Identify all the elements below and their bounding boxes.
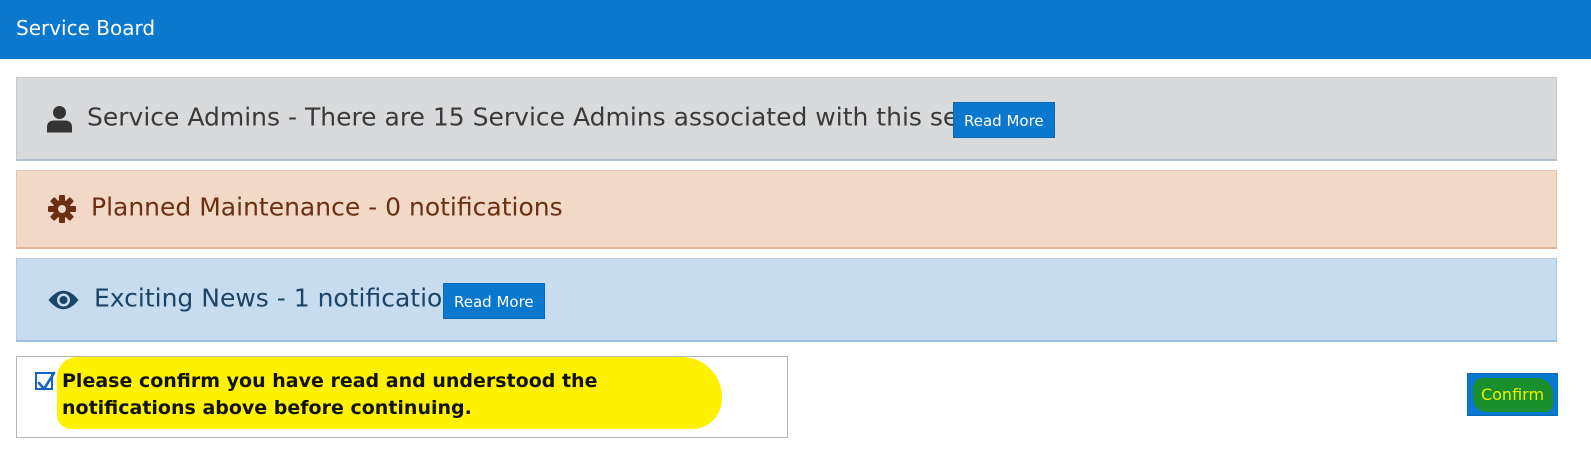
eye-icon bbox=[48, 290, 79, 309]
confirmation-box: Please confirm you have read and underst… bbox=[16, 356, 788, 438]
service-admins-text: Service Admins - There are 15 Service Ad… bbox=[87, 101, 1020, 131]
planned-maintenance-text: Planned Maintenance - 0 notifications bbox=[91, 192, 563, 222]
service-admins-read-more-button[interactable]: Read More bbox=[953, 102, 1055, 138]
page-title: Service Board bbox=[16, 16, 156, 40]
checkmark-icon bbox=[37, 371, 56, 391]
confirm-button[interactable]: Confirm bbox=[1467, 373, 1558, 416]
planned-maintenance-panel: Planned Maintenance - 0 notifications bbox=[16, 170, 1557, 249]
exciting-news-read-more-button[interactable]: Read More bbox=[443, 283, 545, 319]
user-icon bbox=[47, 105, 72, 132]
top-bar: Service Board bbox=[0, 0, 1591, 59]
confirmation-text: Please confirm you have read and underst… bbox=[62, 370, 598, 419]
gear-icon bbox=[48, 195, 76, 223]
confirm-checkbox[interactable] bbox=[35, 371, 56, 391]
exciting-news-panel: Exciting News - 1 notification Read More bbox=[16, 258, 1557, 342]
confirm-button-label: Confirm bbox=[1480, 385, 1545, 404]
exciting-news-text: Exciting News - 1 notification bbox=[94, 282, 459, 312]
service-admins-panel: Service Admins - There are 15 Service Ad… bbox=[16, 77, 1557, 161]
